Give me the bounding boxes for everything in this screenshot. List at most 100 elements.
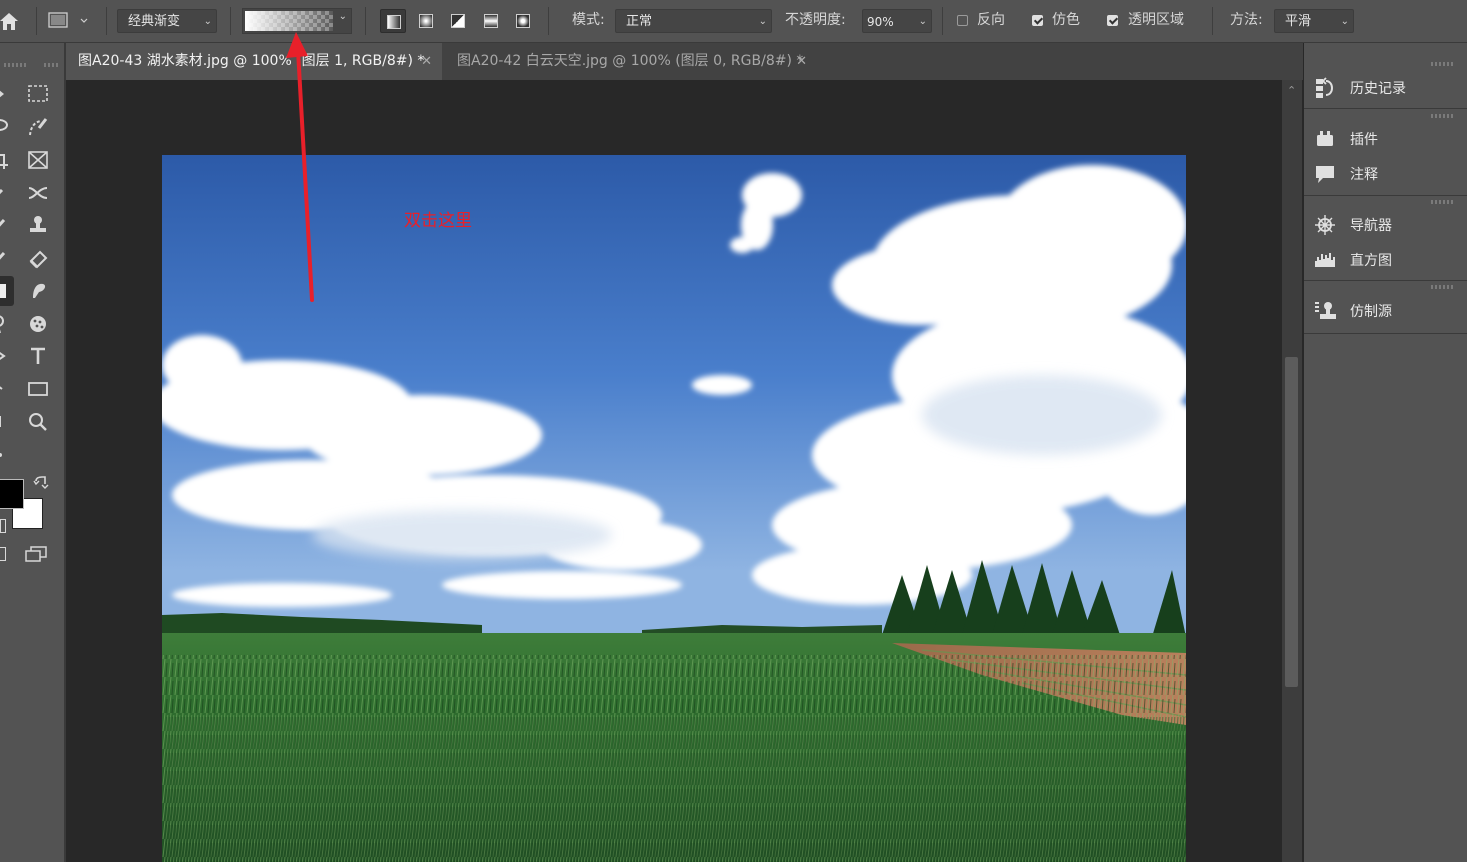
clone-source-icon [1315,302,1336,319]
annotation-text: 双击这里 [404,211,472,231]
foreground-color-swatch[interactable] [0,479,24,509]
history-icon [1316,77,1333,98]
clone-source-panel-label: 仿制源 [1350,304,1392,320]
quick-mask-icon[interactable] [0,547,6,561]
toolbar-grip[interactable] [44,63,60,67]
pen-tool-icon[interactable] [0,343,12,369]
clone-stamp-tool-icon[interactable] [25,212,51,238]
panel-group-plugins: 插件 注释 [1304,110,1467,196]
annotation-arrow [280,28,320,308]
histogram-panel-label: 直方图 [1350,253,1392,269]
comments-panel-label: 注释 [1350,167,1378,183]
rectangle-tool-icon[interactable] [25,376,51,402]
plugins-panel-label: 插件 [1350,132,1378,148]
hand-tool-icon[interactable] [0,409,12,435]
type-tool-icon[interactable] [25,343,51,369]
tool-preset-picker[interactable] [46,9,96,33]
mode-value: 正常 [626,14,653,29]
method-value: 平滑 [1285,14,1312,29]
smudge-tool-icon[interactable] [25,278,51,304]
chevron-down-icon: ⌄ [1340,16,1349,27]
clone-source-panel-button[interactable]: 仿制源 [1314,297,1392,325]
plugins-panel-button[interactable]: 插件 [1314,125,1378,153]
brush-tool-icon[interactable] [0,212,12,238]
scrollbar-thumb[interactable] [1285,357,1298,687]
panel-grip[interactable] [1431,200,1455,204]
default-colors-icon[interactable] [0,519,6,533]
tab-document-2[interactable]: 图A20-42 白云天空.jpg @ 100% (图层 0, RGB/8#) *… [445,43,817,80]
chevron-down-icon: ⌄ [758,16,767,27]
eyedropper-tool-icon[interactable] [0,180,12,206]
close-icon[interactable]: ✕ [421,43,432,80]
tab-label: 图A20-42 白云天空.jpg @ 100% (图层 0, RGB/8#) * [457,53,804,69]
radial-gradient-button[interactable] [413,9,439,33]
history-panel-label: 历史记录 [1350,81,1406,97]
document-tabs: 图A20-43 湖水素材.jpg @ 100% (图层 1, RGB/8#) *… [66,43,1303,80]
move-tool-icon[interactable] [0,81,12,107]
quick-selection-tool-icon[interactable] [25,114,51,140]
reflected-gradient-button[interactable] [478,9,504,33]
frame-tool-icon[interactable] [25,147,51,173]
reverse-checkbox[interactable] [957,15,968,26]
vertical-scrollbar[interactable]: ⌃ [1282,80,1302,862]
options-bar: 经典渐变 ⌄ ⌄ 模式: 正常 ⌄ 不透明度: 90% ⌄ 反向 仿色 透明区域… [0,0,1467,43]
tab-label: 图A20-43 湖水素材.jpg @ 100% (图层 1, RGB/8#) * [78,53,425,69]
scroll-up-icon[interactable]: ⌃ [1287,84,1296,97]
marquee-tool-icon[interactable] [25,81,51,107]
history-brush-tool-icon[interactable] [0,245,12,271]
lasso-tool-icon[interactable] [0,114,12,140]
gradient-preset-label: 经典渐变 [128,14,181,29]
chevron-down-icon[interactable]: ⌄ [339,11,347,22]
opacity-label: 不透明度: [785,12,846,28]
screen-mode-icon[interactable] [25,546,47,562]
gradient-tool-icon[interactable] [0,276,14,306]
panel-group-clone-source: 仿制源 [1304,281,1467,334]
switch-colors-icon[interactable] [33,475,49,491]
angle-gradient-button[interactable] [445,9,471,33]
comments-panel-button[interactable]: 注释 [1314,160,1378,188]
dodge-tool-icon[interactable] [0,311,12,337]
healing-tool-icon[interactable] [25,180,51,206]
sponge-tool-icon[interactable] [25,311,51,337]
diamond-gradient-button[interactable] [510,9,536,33]
tab-document-1[interactable]: 图A20-43 湖水素材.jpg @ 100% (图层 1, RGB/8#) *… [66,43,442,80]
panel-grip[interactable] [1431,285,1455,289]
histogram-icon [1315,253,1335,267]
navigator-panel-button[interactable]: 导航器 [1314,211,1392,239]
zoom-tool-icon[interactable] [25,409,51,435]
gradient-preset-dropdown[interactable]: 经典渐变 ⌄ [117,9,217,33]
home-icon[interactable] [0,9,22,33]
panel-grip[interactable] [1431,62,1455,66]
dither-label[interactable]: 仿色 [1052,10,1080,30]
mode-dropdown[interactable]: 正常 ⌄ [615,9,772,33]
tools-panel [0,43,66,862]
navigator-panel-label: 导航器 [1350,218,1392,234]
chevron-down-icon[interactable]: ⌄ [919,10,927,34]
comment-icon [1316,166,1334,183]
more-tools-icon[interactable] [0,442,12,468]
method-dropdown[interactable]: 平滑 ⌄ [1274,9,1354,33]
reverse-label[interactable]: 反向 [977,10,1005,30]
close-icon[interactable]: ✕ [796,43,807,80]
crop-tool-icon[interactable] [0,147,12,173]
linear-gradient-button[interactable] [380,9,406,33]
transparency-label[interactable]: 透明区域 [1128,10,1184,30]
panel-grip[interactable] [1431,114,1455,118]
chevron-down-icon: ⌄ [203,16,212,27]
panel-group-history: 历史记录 [1304,58,1467,109]
panel-group-navigator: 导航器 直方图 [1304,196,1467,281]
mode-label: 模式: [572,12,605,28]
navigator-icon [1315,215,1335,235]
right-panel-dock: 历史记录 插件 注释 导航器 直方图 仿制源 [1304,43,1467,862]
method-label: 方法: [1230,12,1263,28]
histogram-panel-button[interactable]: 直方图 [1314,246,1392,274]
plugin-icon [1317,131,1333,146]
toolbar-grip[interactable] [4,63,28,67]
opacity-input[interactable]: 90% ⌄ [862,9,932,33]
dither-checkbox[interactable] [1032,15,1043,26]
transparency-checkbox[interactable] [1107,15,1118,26]
path-selection-tool-icon[interactable] [0,376,12,402]
opacity-value: 90% [867,15,894,29]
eraser-tool-icon[interactable] [25,245,51,271]
history-panel-button[interactable]: 历史记录 [1314,74,1406,102]
